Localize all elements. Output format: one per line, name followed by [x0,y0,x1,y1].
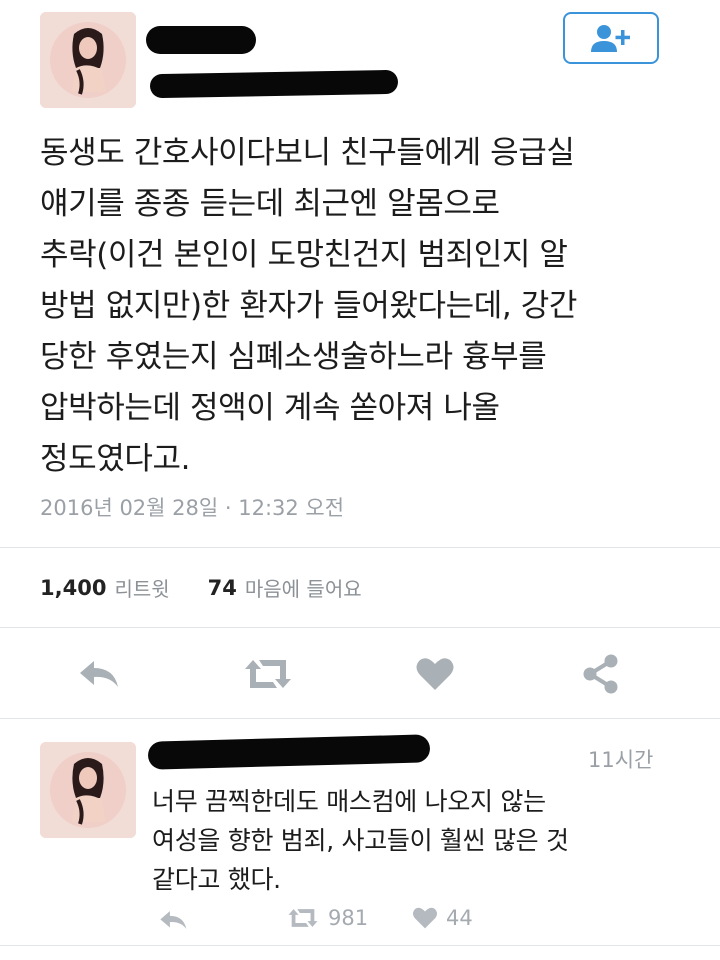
retweet-icon [288,909,318,927]
divider [0,718,720,719]
reply-like-group[interactable]: 44 [412,906,473,930]
divider [0,945,720,946]
like-count[interactable]: 74 [208,576,237,600]
heart-icon [416,658,454,690]
reply-text: 너무 끔찍한데도 매스컴에 나오지 않는 여성을 향한 범죄, 사고들이 훨씬 … [152,787,569,894]
follow-button[interactable] [563,12,659,64]
reply-icon [160,911,187,929]
share-icon [583,654,618,694]
author-avatar[interactable] [40,12,136,108]
reply-time[interactable]: 11시간 [588,744,653,774]
share-button[interactable] [576,650,626,698]
reply-author-avatar[interactable] [40,742,136,838]
retweet-icon [245,660,291,688]
tweet-timestamp[interactable]: 2016년 02월 28일 · 12:32 오전 [40,492,344,522]
redacted-author-handle [149,69,399,99]
tweet-text: 동생도 간호사이다보니 친구들에게 응급실 얘기를 종종 듣는데 최근엔 알몸으… [40,135,578,477]
like-label: 마음에 들어요 [244,577,362,601]
reply-retweet-count: 981 [328,906,369,930]
retweet-button[interactable] [236,652,300,696]
retweet-count[interactable]: 1,400 [40,576,106,600]
heart-icon [412,907,438,929]
reply-icon [80,661,118,687]
redacted-author-name [146,26,256,54]
add-user-icon [591,25,630,52]
redacted-reply-author [147,734,431,770]
reply-like-count: 44 [446,906,473,930]
retweet-label: 리트윗 [114,577,170,601]
divider [0,547,720,548]
reply-reply-button[interactable] [156,904,192,936]
reply-retweet-group[interactable]: 981 [286,906,368,930]
reply-button[interactable] [70,652,130,696]
like-button[interactable] [410,652,460,696]
divider [0,627,720,628]
tweet-stats: 1,400 리트윗 74 마음에 들어요 [40,573,362,602]
